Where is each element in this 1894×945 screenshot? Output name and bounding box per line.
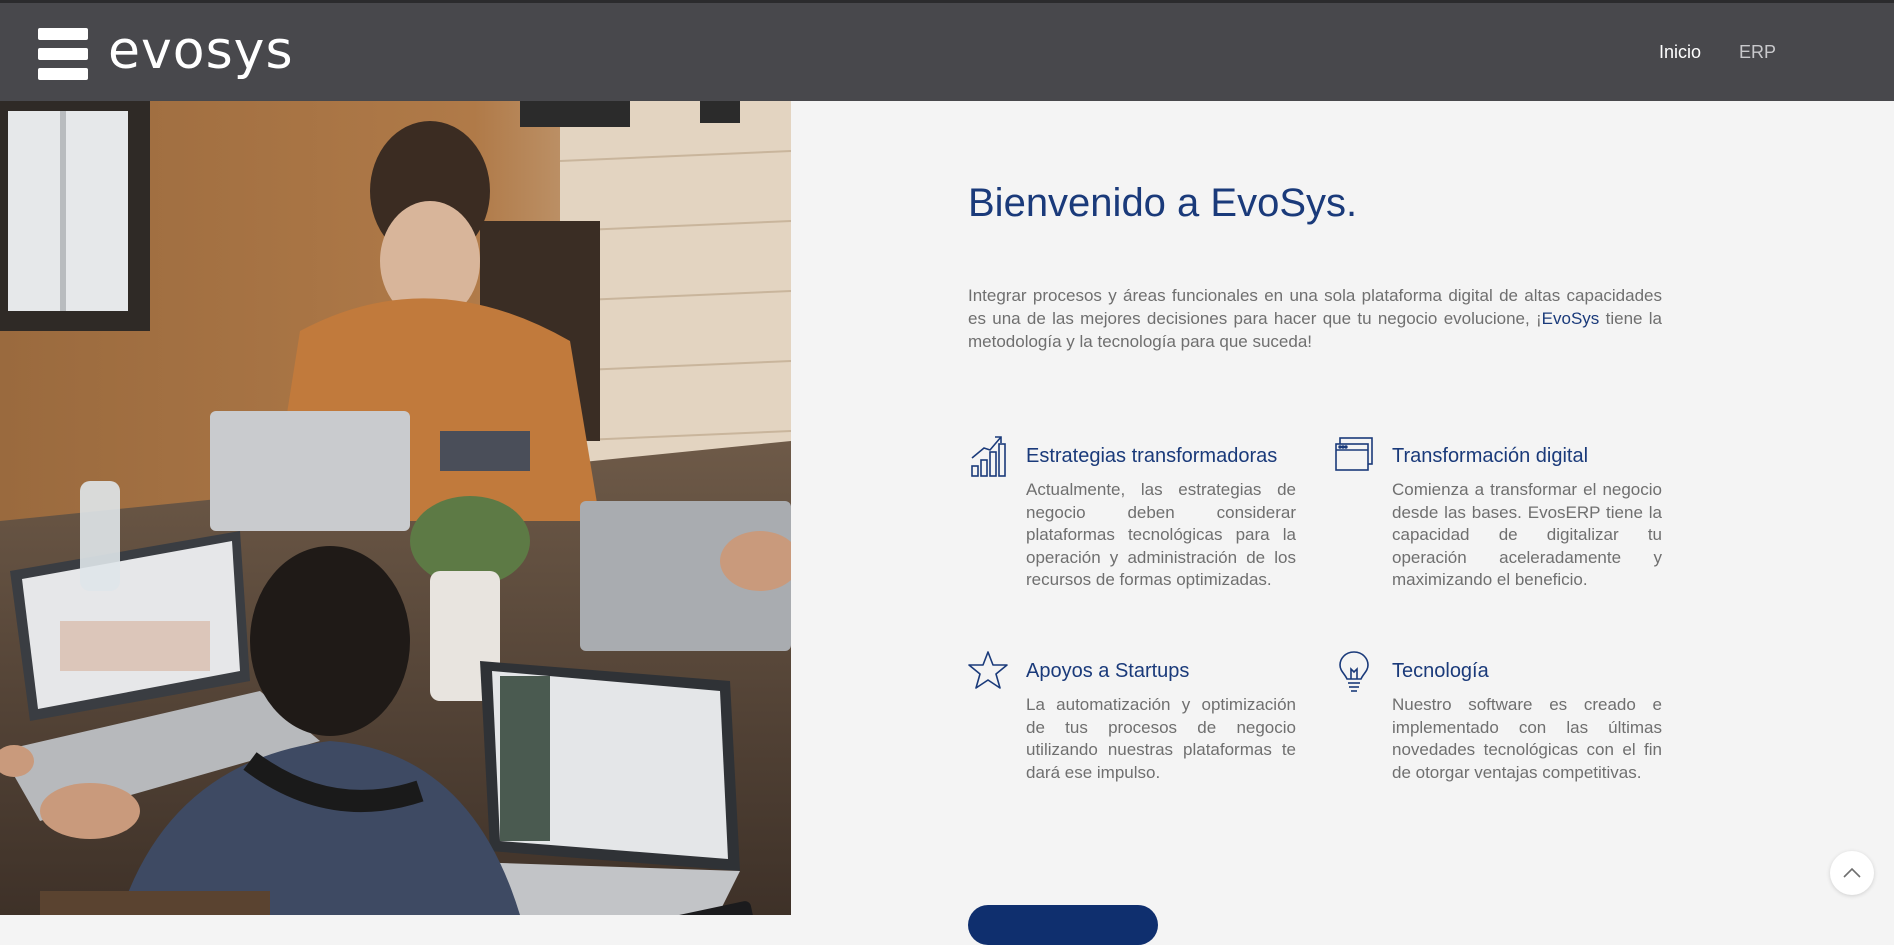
star-icon [968, 651, 1008, 689]
scroll-to-top-button[interactable] [1830, 851, 1874, 895]
main-nav: Inicio ERP [1659, 42, 1776, 63]
feature-text: Comienza a transformar el negocio desde … [1392, 480, 1662, 590]
feature-text: Nuestro software es creado e implementad… [1392, 695, 1662, 782]
feature-text: La automatización y optimización de tus … [1026, 695, 1296, 782]
lightbulb-icon [1339, 651, 1369, 692]
logo-link[interactable]: evosys [38, 21, 294, 82]
intro-paragraph: Integrar procesos y áreas funcionales en… [968, 284, 1662, 353]
growth-chart-icon [971, 436, 1006, 477]
nav-item-erp[interactable]: ERP [1739, 42, 1776, 63]
chevron-up-icon [1843, 867, 1861, 878]
feature-text: Actualmente, las estrategias de negocio … [1026, 480, 1296, 590]
main-content: Bienvenido a EvoSys. Integrar procesos y… [791, 101, 1894, 945]
logo-mark-icon [38, 28, 88, 80]
navbar: evosys Inicio ERP [0, 3, 1894, 101]
feature-title: Tecnología [1392, 660, 1489, 682]
feature-title: Apoyos a Startups [1026, 660, 1190, 682]
cta-button[interactable] [968, 905, 1158, 945]
intro-brand-name: EvoSys [1541, 309, 1600, 328]
feature-title: Estrategias transformadoras [1026, 445, 1278, 467]
feature-title: Transformación digital [1392, 445, 1589, 467]
page-title: Bienvenido a EvoSys. [968, 181, 1358, 225]
nav-item-inicio[interactable]: Inicio [1659, 42, 1701, 63]
logo-text: evosys [108, 21, 294, 81]
hero-photo [0, 101, 791, 915]
browser-window-icon [1335, 437, 1373, 471]
